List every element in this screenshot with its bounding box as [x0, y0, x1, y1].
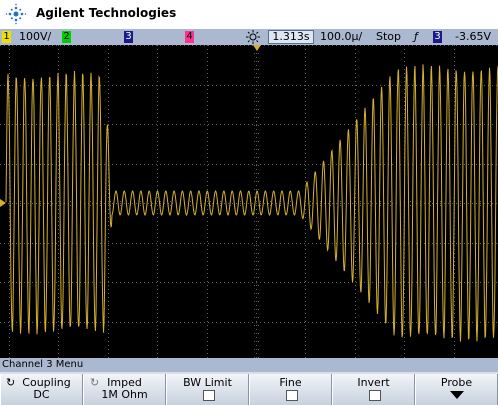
status-bar: 1 100V/ 2 3 4 1.313s 100.0µ/ Stop ƒ 3 -3… — [0, 29, 498, 45]
channel-3-indicator[interactable]: 3 — [124, 31, 133, 43]
softkey-menu: Channel 3 Menu ↻ Coupling DC ↻ Imped 1M … — [0, 358, 498, 405]
fine-checkbox[interactable] — [285, 390, 298, 401]
run-state: Stop — [376, 30, 402, 43]
menu-title: Channel 3 Menu — [0, 358, 498, 372]
coupling-value: DC — [33, 388, 50, 401]
arrow-down-icon — [449, 391, 464, 399]
fine-softkey[interactable]: Fine — [249, 374, 332, 405]
impedance-softkey[interactable]: ↻ Imped 1M Ohm — [83, 374, 166, 405]
invert-label: Invert — [357, 376, 390, 389]
trigger-position-marker — [253, 45, 261, 51]
sun-icon — [246, 30, 260, 44]
probe-label: Probe — [440, 376, 473, 389]
channel-1-scale: 100V/ — [19, 30, 52, 43]
trigger-level: -3.65V — [455, 30, 491, 43]
channel-2-indicator[interactable]: 2 — [62, 31, 71, 43]
channel-1-indicator[interactable]: 1 — [2, 31, 11, 43]
invert-checkbox[interactable] — [368, 390, 381, 401]
bw-limit-softkey[interactable]: BW Limit — [166, 374, 249, 405]
waveform-svg — [0, 45, 498, 362]
trigger-edge-icon: ƒ — [414, 30, 418, 43]
time-scale: 100.0µ/ — [320, 30, 363, 43]
coupling-softkey[interactable]: ↻ Coupling DC — [0, 374, 83, 405]
impedance-value: 1M Ohm — [101, 388, 148, 401]
channel-4-indicator[interactable]: 4 — [185, 31, 194, 43]
header: Agilent Technologies — [0, 0, 498, 29]
probe-softkey[interactable]: Probe — [415, 374, 498, 405]
trigger-source-indicator: 3 — [433, 31, 442, 43]
agilent-spark-logo-icon — [5, 3, 27, 25]
brand-name: Agilent Technologies — [36, 6, 177, 20]
invert-softkey[interactable]: Invert — [332, 374, 415, 405]
fine-label: Fine — [279, 376, 302, 389]
ground-marker — [0, 199, 6, 207]
bw-limit-checkbox[interactable] — [202, 390, 215, 401]
time-delay[interactable]: 1.313s — [268, 30, 314, 44]
waveform-display — [0, 45, 498, 362]
bw-limit-label: BW Limit — [183, 376, 232, 389]
